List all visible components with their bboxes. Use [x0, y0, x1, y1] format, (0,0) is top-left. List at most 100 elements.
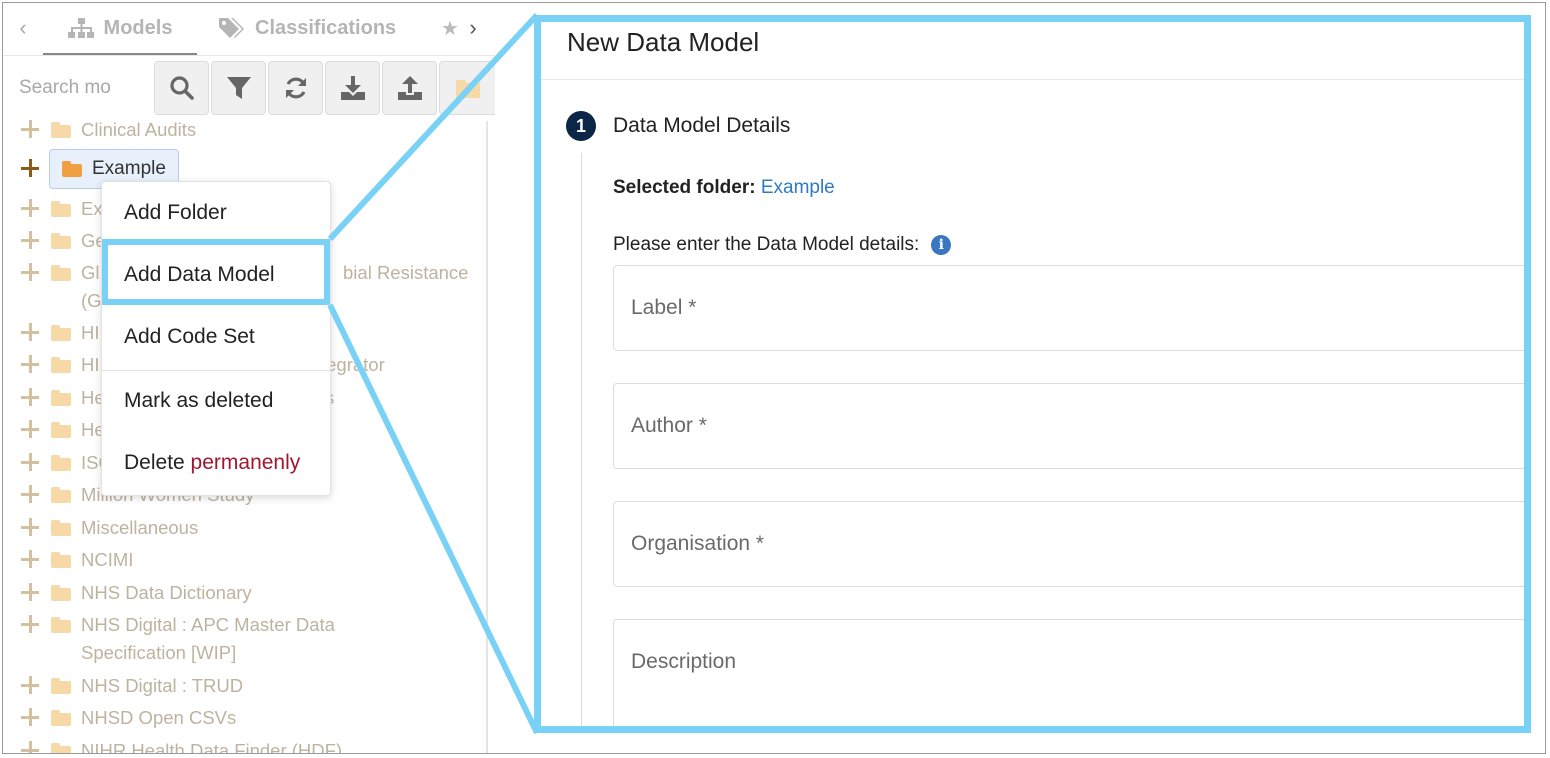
- tree-item[interactable]: Ex: [21, 197, 103, 221]
- tree-item-label: HI: [81, 354, 100, 375]
- tab-classifications[interactable]: Classifications: [217, 3, 396, 53]
- tree-item[interactable]: He: [21, 386, 105, 410]
- refresh-button[interactable]: [268, 61, 323, 115]
- expand-icon[interactable]: [21, 229, 39, 253]
- page-title: New Data Model: [567, 27, 760, 57]
- upload-button[interactable]: [382, 61, 437, 115]
- expand-icon[interactable]: [21, 261, 39, 285]
- expand-icon[interactable]: [21, 451, 39, 475]
- organisation-field[interactable]: Organisation *: [613, 501, 1531, 587]
- tree-item[interactable]: He: [21, 418, 105, 442]
- menu-delete-suffix: permanenly: [190, 451, 301, 474]
- expand-icon[interactable]: [21, 386, 39, 410]
- expand-icon[interactable]: [21, 321, 39, 345]
- description-field[interactable]: Description ◢: [613, 619, 1531, 733]
- expand-icon[interactable]: [21, 418, 39, 442]
- tree-item-label: Miscellaneous: [81, 517, 199, 538]
- menu-delete-permanently[interactable]: Delete permanenly: [124, 451, 300, 475]
- new-folder-button[interactable]: [439, 61, 495, 115]
- expand-icon[interactable]: [21, 613, 39, 637]
- filter-button[interactable]: [211, 61, 266, 115]
- expand-icon[interactable]: [21, 706, 39, 730]
- menu-add-folder[interactable]: Add Folder: [124, 201, 227, 225]
- tab-models[interactable]: Models: [43, 3, 197, 55]
- folder-icon: [51, 233, 71, 249]
- folder-icon: [51, 422, 71, 438]
- folder-icon: [51, 357, 71, 373]
- menu-divider: [102, 370, 330, 371]
- step-title: Data Model Details: [613, 114, 791, 137]
- highlight-box: [102, 239, 330, 305]
- expand-icon[interactable]: [21, 157, 39, 181]
- info-icon[interactable]: i: [931, 235, 952, 255]
- tab-scroll-right-icon[interactable]: ›: [463, 15, 483, 41]
- tree-item-label-tail: (G: [81, 290, 102, 311]
- folder-icon: [51, 710, 71, 726]
- tags-icon: [219, 18, 244, 38]
- expand-icon[interactable]: [21, 118, 39, 142]
- expand-icon[interactable]: [21, 516, 39, 540]
- tree-item[interactable]: NHS Digital : APC Master Data Specificat…: [21, 611, 421, 667]
- selected-folder: Selected folder: Example: [613, 177, 835, 199]
- menu-mark-deleted[interactable]: Mark as deleted: [124, 389, 273, 413]
- expand-icon[interactable]: [21, 581, 39, 605]
- hierarchy-icon: [67, 18, 94, 38]
- tree-item-label: NHSD Open CSVs: [81, 707, 237, 728]
- description-field-placeholder: Description: [631, 650, 737, 673]
- folder-icon: [51, 617, 71, 633]
- star-icon: ★: [441, 17, 459, 40]
- form-header: New Data Model: [534, 15, 1531, 80]
- folder-icon: [51, 552, 71, 568]
- expand-icon[interactable]: [21, 674, 39, 698]
- folder-icon: [51, 122, 71, 138]
- tree-item[interactable]: Ge: [21, 229, 106, 253]
- author-field[interactable]: Author *: [613, 383, 1531, 469]
- selected-folder-link[interactable]: Example: [761, 177, 835, 198]
- label-field-placeholder: Label *: [631, 296, 697, 319]
- tree-item[interactable]: NHS Data Dictionary: [21, 581, 252, 605]
- expand-icon[interactable]: [21, 353, 39, 377]
- tree-item-selected[interactable]: Example: [21, 149, 179, 189]
- filter-icon: [226, 77, 251, 99]
- tree-item[interactable]: HI: [21, 321, 100, 345]
- selected-folder-label: Selected folder:: [613, 177, 756, 198]
- new-data-model-form: New Data Model 1 Data Model Details Sele…: [534, 15, 1531, 733]
- tree-item[interactable]: HI: [21, 353, 100, 377]
- tree-scrollbar[interactable]: [486, 121, 488, 753]
- menu-add-code-set[interactable]: Add Code Set: [124, 325, 255, 349]
- tree-item[interactable]: Miscellaneous: [21, 516, 198, 540]
- step-badge: 1: [566, 111, 596, 141]
- tree-item[interactable]: Clinical Audits: [21, 118, 196, 142]
- folder-icon: [51, 390, 71, 406]
- tree-item[interactable]: NHS Digital : TRUD: [21, 674, 243, 698]
- form-instructions: Please enter the Data Model details: i: [613, 234, 952, 256]
- tree-item[interactable]: NIHR Health Data Finder (HDF): [21, 739, 342, 753]
- tree-item-label: Gl: [81, 262, 100, 283]
- expand-icon[interactable]: [21, 197, 39, 221]
- tab-scroll-left-icon[interactable]: ‹: [13, 15, 33, 41]
- organisation-field-placeholder: Organisation *: [631, 532, 765, 555]
- tree-toolbar: [3, 58, 495, 118]
- folder-icon: [51, 678, 71, 694]
- label-field[interactable]: Label *: [613, 265, 1531, 351]
- tree-item[interactable]: Gl: [21, 261, 100, 285]
- search-button[interactable]: [154, 61, 209, 115]
- tree-item-label: NHS Digital : TRUD: [81, 675, 244, 696]
- expand-icon[interactable]: [21, 739, 39, 753]
- search-icon: [169, 76, 194, 100]
- tree-item-label: NCIMI: [81, 549, 134, 570]
- tree-item[interactable]: ISC: [21, 451, 112, 475]
- download-button[interactable]: [325, 61, 380, 115]
- tree-item[interactable]: NCIMI: [21, 548, 133, 572]
- tab-bar: ‹ Models Classifications ★ ›: [3, 3, 495, 56]
- tab-favourites[interactable]: ★: [441, 3, 459, 53]
- resize-grip-icon[interactable]: ◢: [1524, 709, 1531, 720]
- tree-item-label: NHS Digital : APC Master Data Specificat…: [81, 614, 335, 663]
- folder-icon: [51, 520, 71, 536]
- tree-item[interactable]: NHSD Open CSVs: [21, 706, 236, 730]
- search-input[interactable]: [9, 61, 147, 115]
- tree-item-label: NHS Data Dictionary: [81, 582, 252, 603]
- expand-icon[interactable]: [21, 483, 39, 507]
- folder-icon: [51, 325, 71, 341]
- expand-icon[interactable]: [21, 548, 39, 572]
